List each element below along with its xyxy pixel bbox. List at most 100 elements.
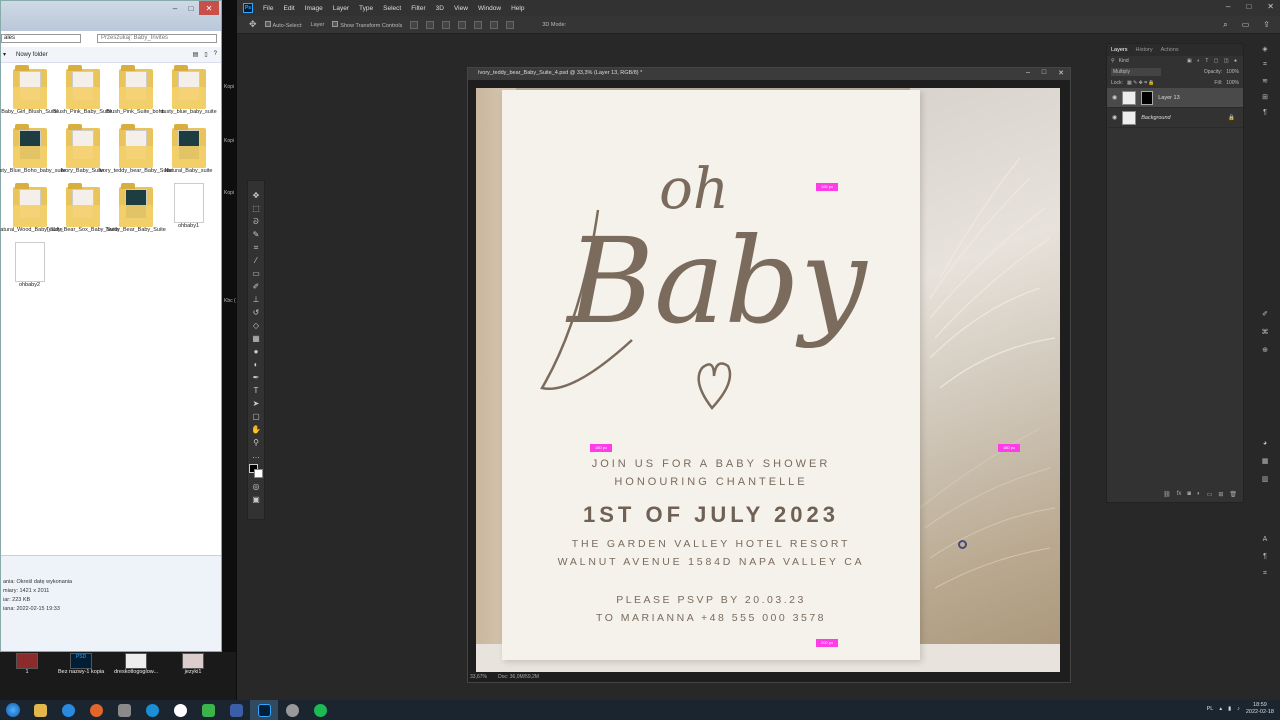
align-top-icon[interactable] (458, 20, 467, 29)
menu-window[interactable]: Window (478, 5, 501, 12)
folder-item[interactable]: dusty_blue_baby_suite (160, 65, 217, 116)
folder-item[interactable]: Dusty_Blue_Boho_baby_suite (0, 124, 66, 175)
pen-tool-icon[interactable]: ✒ (251, 373, 261, 382)
tray-lang[interactable]: PL (1207, 706, 1214, 712)
opacity-input[interactable]: 100% (1226, 69, 1239, 75)
organize-button[interactable]: ▾ (3, 51, 6, 58)
eye-icon[interactable]: ◉ (1112, 114, 1117, 121)
image-file-item[interactable]: ohbaby1 (162, 183, 215, 234)
history-brush-icon[interactable]: ↺ (251, 308, 261, 317)
move-tool-icon[interactable]: ✥ (251, 191, 261, 200)
menu-image[interactable]: Image (305, 5, 323, 12)
menu-layer[interactable]: Layer (333, 5, 349, 12)
volume-icon[interactable]: ♪ (1237, 706, 1240, 712)
screen-mode-icon[interactable]: ▣ (251, 495, 261, 504)
new-folder-button[interactable]: Nowy folder (16, 52, 48, 58)
fx-icon[interactable]: fx (1177, 491, 1182, 498)
blur-tool-icon[interactable]: ● (251, 347, 261, 356)
layers-panel[interactable]: Layers History Actions ⚲ Kind ▣ ◐ T ▢ ◫ … (1106, 43, 1244, 503)
blend-mode-dropdown[interactable]: Multiply (1111, 68, 1161, 76)
zoom-tool-icon[interactable]: ⚲ (251, 438, 261, 447)
new-layer-icon[interactable]: ⊞ (1218, 491, 1223, 498)
fill-input[interactable]: 100% (1226, 80, 1239, 86)
start-button[interactable] (0, 700, 26, 720)
type-tool-icon[interactable]: T (251, 386, 261, 395)
menu-file[interactable]: File (263, 5, 273, 12)
menu-filter[interactable]: Filter (411, 5, 425, 12)
file-explorer-window[interactable]: – □ ✕ ales Przeszukaj: Baby_Invites ▾ No… (0, 0, 222, 652)
folder-item[interactable]: Teddy_Bear_Sox_Baby_Suite (46, 183, 119, 234)
auto-select-target-dropdown[interactable]: Layer (311, 22, 325, 28)
hand-tool-icon[interactable]: ✋ (251, 425, 261, 434)
tab-actions[interactable]: Actions (1161, 47, 1179, 56)
folder-item[interactable]: Blush_Pink_Suite_boho (106, 65, 165, 116)
app-taskbar-icon[interactable] (194, 700, 222, 720)
brush-panel-icon[interactable]: ✐ (1262, 310, 1268, 318)
color-swatches[interactable] (249, 464, 263, 478)
character-panel-icon[interactable]: A (1263, 536, 1268, 543)
tab-layers[interactable]: Layers (1111, 47, 1128, 56)
folder-item[interactable]: Blush_Pink_Baby_Suite (53, 65, 112, 116)
maximize-button[interactable]: □ (1246, 2, 1251, 11)
path-select-icon[interactable]: ➤ (251, 399, 261, 408)
eraser-tool-icon[interactable]: ◇ (251, 321, 261, 330)
quick-mask-icon[interactable]: ◎ (251, 482, 261, 491)
app-taskbar-icon[interactable] (278, 700, 306, 720)
ie-taskbar-icon[interactable] (54, 700, 82, 720)
tray-arrow-icon[interactable]: ▴ (1219, 706, 1222, 712)
frame-tool-icon[interactable]: ▭ (251, 269, 261, 278)
maximize-button[interactable]: □ (1042, 69, 1046, 77)
folder-item[interactable]: Ivory_teddy_bear_Baby_Suite (99, 124, 172, 175)
swatches-panel-icon[interactable]: ▦ (1262, 457, 1269, 465)
maximize-button[interactable]: □ (183, 1, 199, 15)
minimize-button[interactable]: – (1226, 2, 1230, 11)
explorer-titlebar[interactable]: – □ ✕ (1, 1, 221, 31)
menu-type[interactable]: Type (359, 5, 373, 12)
adjustment-icon[interactable]: ◐ (1197, 491, 1201, 498)
brush-tool-icon[interactable]: ✐ (251, 282, 261, 291)
menu-help[interactable]: Help (511, 5, 524, 12)
shape-tool-icon[interactable]: ▢ (251, 412, 261, 421)
invitation-card[interactable]: oh Baby JOIN US FOR A BABY SHOWER HONOUR… (502, 90, 920, 660)
desktop-icon-psd[interactable]: PSD Bez nazwy-1 kopia (58, 653, 104, 675)
move-tool-icon[interactable]: ✥ (249, 19, 257, 30)
lasso-tool-icon[interactable]: ᘐ (251, 217, 261, 226)
menu-view[interactable]: View (454, 5, 468, 12)
wordpress-taskbar-icon[interactable] (166, 700, 194, 720)
desktop-icon[interactable]: jezyki1 (182, 653, 204, 675)
close-button[interactable]: ✕ (1267, 2, 1274, 11)
minimize-button[interactable]: – (167, 1, 183, 15)
preview-pane-icon[interactable]: ▯ (204, 51, 207, 58)
lock-icons[interactable]: ▦ ✎ ✥ ⌗ 🔒 (1127, 80, 1155, 86)
tool-presets-icon[interactable]: ⌘ (1262, 328, 1269, 336)
explorer-taskbar-icon[interactable] (26, 700, 54, 720)
paragraph-styles-icon[interactable]: ¶ (1263, 553, 1267, 560)
gradient-tool-icon[interactable]: ▦ (251, 334, 261, 343)
align-right-icon[interactable] (442, 20, 451, 29)
group-icon[interactable]: ▭ (1207, 491, 1213, 498)
layer-item[interactable]: ◉ Background 🔒 (1107, 108, 1243, 128)
properties-panel-icon[interactable]: ⌗ (1263, 61, 1267, 69)
eye-icon[interactable]: ◉ (1112, 94, 1117, 101)
address-bar[interactable]: ales (1, 34, 81, 43)
share-icon[interactable]: ⇪ (1263, 20, 1270, 30)
tab-history[interactable]: History (1136, 47, 1153, 56)
paragraph-panel-icon[interactable]: ¶ (1263, 109, 1267, 116)
workspace-icon[interactable]: ▭ (1242, 20, 1250, 30)
document-tab[interactable]: Ivory_teddy_bear_Baby_Suite_4.psd @ 33,3… (468, 68, 1070, 80)
trash-icon[interactable]: 🗑 (1229, 491, 1237, 498)
zoom-level[interactable]: 33,67% (470, 674, 487, 680)
desktop-icon[interactable]: dreskotlogoglow... (114, 653, 158, 675)
auto-select-checkbox[interactable]: Auto-Select: (264, 20, 303, 29)
menu-edit[interactable]: Edit (283, 5, 294, 12)
align-bottom-icon[interactable] (490, 20, 499, 29)
menu-3d[interactable]: 3D (436, 5, 444, 12)
adjustments-panel-icon[interactable]: ≋ (1262, 77, 1268, 85)
crop-tool-icon[interactable]: ⌗ (251, 243, 261, 252)
align-middle-icon[interactable] (474, 20, 483, 29)
help-icon[interactable]: ? (214, 51, 217, 58)
view-icon[interactable]: ▤ (193, 51, 199, 58)
edge-taskbar-icon[interactable] (138, 700, 166, 720)
more-tools-icon[interactable]: … (251, 451, 261, 460)
close-button[interactable]: ✕ (199, 1, 219, 15)
